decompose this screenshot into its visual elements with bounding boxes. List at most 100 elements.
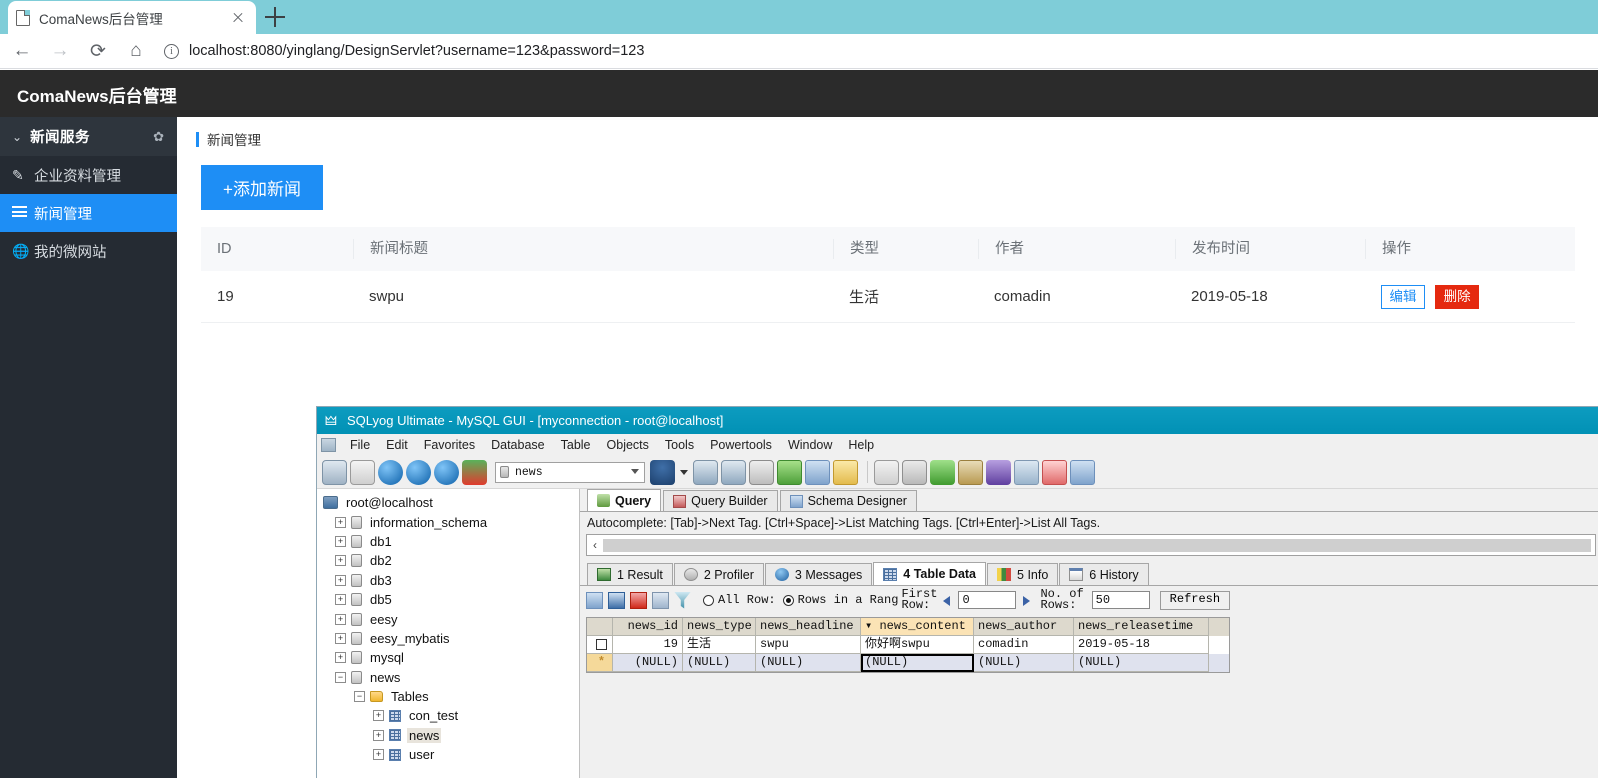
- no-of-rows-input[interactable]: 50: [1091, 591, 1150, 609]
- execute-all-queries-icon[interactable]: [406, 459, 431, 485]
- grid-column-news-id[interactable]: news_id: [613, 618, 683, 636]
- editor-scroll-left-icon[interactable]: ‹: [587, 538, 603, 552]
- user-manager-icon[interactable]: [650, 459, 675, 485]
- sidebar-item-my-micro-site[interactable]: 🌐 我的微网站: [0, 232, 177, 270]
- menu-window[interactable]: Window: [780, 438, 840, 452]
- tab-info[interactable]: 5 Info: [987, 563, 1059, 585]
- scheduled-backup-icon[interactable]: [958, 459, 983, 485]
- window-menu-icon[interactable]: [321, 438, 336, 452]
- tab-messages[interactable]: 3 Messages: [764, 563, 873, 585]
- grid-cell-news-releasetime[interactable]: (NULL): [1074, 654, 1209, 672]
- object-browser-tree[interactable]: root@localhost + information_schema + db…: [317, 489, 580, 778]
- tab-history[interactable]: 6 History: [1059, 563, 1149, 585]
- tab-schema-designer[interactable]: Schema Designer: [779, 490, 917, 511]
- grid-column-news-headline[interactable]: news_headline: [756, 618, 861, 636]
- back-icon[interactable]: ←: [6, 35, 38, 67]
- delete-button[interactable]: 删除: [1435, 284, 1480, 309]
- menu-table[interactable]: Table: [553, 438, 599, 452]
- grid-row[interactable]: * (NULL) (NULL) (NULL) (NULL) (NULL) (NU…: [587, 654, 1229, 672]
- first-row-increment[interactable]: [1020, 593, 1033, 608]
- expander-icon[interactable]: +: [373, 710, 384, 722]
- menu-help[interactable]: Help: [840, 438, 882, 452]
- expander-icon[interactable]: +: [335, 555, 346, 567]
- grid-cell-news-headline[interactable]: swpu: [756, 636, 861, 654]
- grid-cell-news-type[interactable]: 生活: [683, 636, 756, 654]
- database-selector[interactable]: news: [495, 461, 645, 483]
- expander-icon[interactable]: −: [354, 691, 365, 703]
- all-rows-radio[interactable]: [703, 594, 714, 606]
- tree-node-tables[interactable]: − Tables: [323, 687, 579, 706]
- first-row-input[interactable]: 0: [958, 591, 1017, 609]
- refresh-button[interactable]: Refresh: [1159, 590, 1231, 610]
- grid-column-news-content[interactable]: ▾ news_content: [861, 618, 974, 636]
- menu-database[interactable]: Database: [483, 438, 553, 452]
- menu-file[interactable]: File: [342, 438, 378, 452]
- grid-cell-news-headline[interactable]: (NULL): [756, 654, 861, 672]
- site-info-icon[interactable]: i: [164, 43, 179, 59]
- gear-icon[interactable]: ✿: [153, 129, 164, 145]
- tree-node-db3[interactable]: + db3: [323, 571, 579, 590]
- grid-row[interactable]: 19 生活 swpu 你好啊swpu comadin 2019-05-18: [587, 636, 1229, 654]
- tree-node-db5[interactable]: + db5: [323, 590, 579, 609]
- table-diagnostics-icon[interactable]: [805, 459, 830, 485]
- editor-horizontal-scrollbar[interactable]: [603, 538, 1591, 552]
- grid-view-icon[interactable]: [1042, 459, 1067, 485]
- rows-in-range-radio[interactable]: [782, 594, 794, 606]
- export-data-icon[interactable]: [721, 459, 746, 485]
- filter-icon[interactable]: [674, 591, 691, 609]
- query-formatter-icon[interactable]: [1014, 459, 1039, 485]
- menu-tools[interactable]: Tools: [657, 438, 702, 452]
- sidebar-item-news-management[interactable]: 新闻管理: [0, 194, 177, 232]
- compare-icon[interactable]: [930, 459, 955, 485]
- grid-column-news-author[interactable]: news_author: [974, 618, 1074, 636]
- save-changes-icon[interactable]: [608, 591, 625, 609]
- tree-node-mysql[interactable]: + mysql: [323, 648, 579, 667]
- tree-node-news[interactable]: − news: [323, 668, 579, 687]
- tab-query[interactable]: Query: [587, 489, 662, 511]
- expander-icon[interactable]: +: [335, 632, 346, 644]
- expander-icon[interactable]: +: [373, 749, 384, 761]
- import-data-icon[interactable]: [693, 459, 718, 485]
- new-tab-button[interactable]: [265, 7, 285, 27]
- query-editor[interactable]: ‹: [586, 534, 1596, 556]
- menu-powertools[interactable]: Powertools: [702, 438, 780, 452]
- new-query-icon[interactable]: [350, 459, 375, 485]
- grid-cell-news-content[interactable]: 你好啊swpu: [861, 636, 974, 654]
- grid-cell-news-id[interactable]: (NULL): [613, 654, 683, 672]
- tree-node-eesy[interactable]: + eesy: [323, 609, 579, 628]
- expander-icon[interactable]: +: [335, 594, 346, 606]
- tab-table-data[interactable]: 4 Table Data: [873, 562, 987, 585]
- new-connection-icon[interactable]: [322, 459, 347, 485]
- expander-icon[interactable]: +: [335, 516, 346, 528]
- tab-profiler[interactable]: 2 Profiler: [673, 563, 764, 585]
- menu-favorites[interactable]: Favorites: [416, 438, 483, 452]
- sidebar-item-company-info[interactable]: ✎ 企业资料管理: [0, 156, 177, 194]
- tree-node-db2[interactable]: + db2: [323, 551, 579, 570]
- dropdown-arrow-icon[interactable]: [678, 460, 690, 485]
- expander-icon[interactable]: −: [335, 671, 346, 683]
- cancel-changes-icon[interactable]: [652, 591, 669, 609]
- expander-icon[interactable]: +: [373, 729, 384, 741]
- menu-objects[interactable]: Objects: [599, 438, 657, 452]
- sqlyog-titlebar[interactable]: 🜲 SQLyog Ultimate - MySQL GUI - [myconne…: [317, 407, 1598, 434]
- sidebar-group-news-service[interactable]: ⌄ 新闻服务 ✿: [0, 117, 177, 156]
- backup-database-icon[interactable]: [749, 459, 774, 485]
- schema-sync-icon[interactable]: [874, 459, 899, 485]
- form-view-icon[interactable]: [1070, 459, 1095, 485]
- tree-node-db1[interactable]: + db1: [323, 532, 579, 551]
- expander-icon[interactable]: +: [335, 613, 346, 625]
- grid-cell-news-author[interactable]: (NULL): [974, 654, 1074, 672]
- browser-tab[interactable]: ComaNews后台管理: [8, 1, 256, 34]
- stop-query-icon[interactable]: [462, 459, 487, 485]
- grid-cell-news-content[interactable]: (NULL): [861, 654, 974, 672]
- tree-node-news-table[interactable]: + news: [323, 726, 579, 745]
- grid-cell-news-releasetime[interactable]: 2019-05-18: [1074, 636, 1209, 654]
- tree-node-information-schema[interactable]: + information_schema: [323, 512, 579, 531]
- grid-column-news-type[interactable]: news_type: [683, 618, 756, 636]
- tree-node-eesy-mybatis[interactable]: + eesy_mybatis: [323, 629, 579, 648]
- home-icon[interactable]: ⌂: [120, 35, 152, 67]
- execute-query-icon[interactable]: [378, 459, 403, 485]
- expander-icon[interactable]: +: [335, 652, 346, 664]
- expander-icon[interactable]: +: [335, 574, 346, 586]
- tree-node-user[interactable]: + user: [323, 745, 579, 764]
